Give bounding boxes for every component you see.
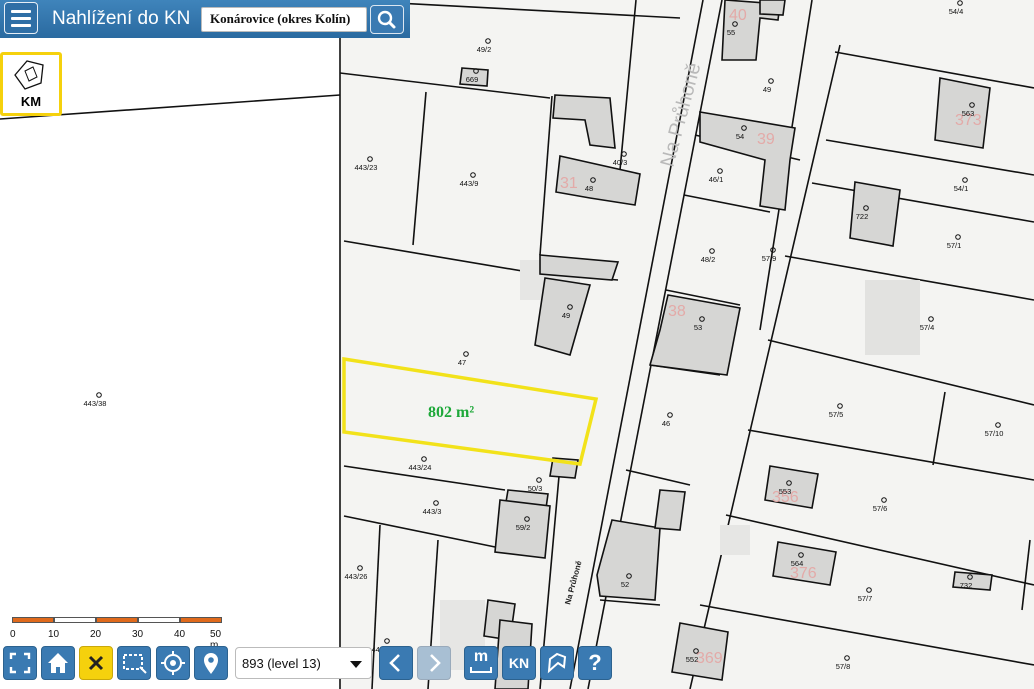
parcel-number: 443/26 xyxy=(345,572,368,581)
parcel-number: 48 xyxy=(585,184,593,193)
parcel-number: 57/5 xyxy=(829,410,844,419)
parcel-number: 53 xyxy=(694,323,702,332)
parcel-number: 46/1 xyxy=(709,175,724,184)
parcel-number: 443/23 xyxy=(355,163,378,172)
house-number-label: 40 xyxy=(729,7,747,24)
map-pin-icon xyxy=(204,653,218,674)
house-number-label: 38 xyxy=(668,303,686,320)
scale-segment xyxy=(180,617,222,623)
km-layer-toggle[interactable]: KM xyxy=(0,52,62,116)
app-title: Nahlížení do KN xyxy=(52,8,191,29)
fullscreen-icon xyxy=(9,652,31,674)
parcel-number: 52 xyxy=(621,580,629,589)
parcel-number: 48/2 xyxy=(701,255,716,264)
parcel-number: 46 xyxy=(662,419,670,428)
search-input[interactable]: Konárovice (okres Kolín) xyxy=(201,7,367,32)
search-icon xyxy=(377,10,396,29)
measure-button[interactable]: m xyxy=(464,646,498,680)
fullscreen-button[interactable] xyxy=(3,646,37,680)
house-number-label: 39 xyxy=(757,131,775,148)
scale-tick: 20 xyxy=(90,629,102,640)
parcel-number: 47 xyxy=(458,358,466,367)
help-button[interactable]: ? xyxy=(578,646,612,680)
parcel-number: 57/10 xyxy=(985,429,1004,438)
scale-segment xyxy=(54,617,96,623)
parcel-number: 49/2 xyxy=(477,45,492,54)
parcel-map-icon xyxy=(14,60,44,90)
rectangle-select-icon xyxy=(123,654,147,674)
selection-area-label: 802 m² xyxy=(428,404,474,421)
parcel-number: 722 xyxy=(856,212,869,221)
scale-tick: 40 xyxy=(174,629,186,640)
zoom-level-select[interactable]: 893 (level 13) xyxy=(235,647,372,679)
place-marker-button[interactable] xyxy=(194,646,228,680)
parcel-number: 669 xyxy=(466,75,479,84)
parcel-number: 553 xyxy=(779,487,792,496)
chevron-left-icon xyxy=(389,654,400,672)
parcel-number: 443/24 xyxy=(409,463,432,472)
home-button[interactable] xyxy=(41,646,75,680)
parcel-number: 57/9 xyxy=(762,254,777,263)
parcel-number: 54/4 xyxy=(949,7,964,16)
scale-tick: 0 xyxy=(10,629,16,640)
scale-tick: 30 xyxy=(132,629,144,640)
kn-info-button[interactable]: KN xyxy=(502,646,536,680)
parcel-number: 59/2 xyxy=(516,523,531,532)
parcel-number: 54 xyxy=(736,132,744,141)
bottom-toolbar: 893 (level 13) m KN ? xyxy=(0,646,1034,689)
scale-tick: 10 xyxy=(48,629,60,640)
parcel-number: 57/6 xyxy=(873,504,888,513)
crosshair-icon xyxy=(161,651,185,675)
zoom-level-value: 893 (level 13) xyxy=(242,656,321,671)
parcel-info-icon xyxy=(547,652,567,674)
parcel-number: 57/4 xyxy=(920,323,935,332)
previous-view-button[interactable] xyxy=(379,646,413,680)
parcel-number: 564 xyxy=(791,559,804,568)
parcel-number: 443/38 xyxy=(84,399,107,408)
scale-bar: 0 10 20 30 40 50 m xyxy=(10,617,222,651)
parcel-number: 57/1 xyxy=(947,241,962,250)
chevron-right-icon xyxy=(430,654,441,672)
close-icon xyxy=(88,655,104,671)
house-number-label: 31 xyxy=(560,175,578,192)
parcel-number: 49 xyxy=(562,311,570,320)
parcel-number: 50/3 xyxy=(528,484,543,493)
km-label: KM xyxy=(20,94,42,109)
chevron-down-icon xyxy=(350,661,362,668)
scale-segment xyxy=(96,617,138,623)
cadastral-map[interactable]: Na Průhoně Na Průhoně 802 m² 40393733138… xyxy=(0,0,1034,689)
parcel-number: 563 xyxy=(962,109,975,118)
locate-button[interactable] xyxy=(156,646,190,680)
parcel-number: 57/7 xyxy=(858,594,873,603)
scale-segment xyxy=(138,617,180,623)
parcel-number: 49 xyxy=(763,85,771,94)
ruler-icon xyxy=(470,667,492,673)
scale-segment xyxy=(12,617,54,623)
parcel-number: 54/1 xyxy=(954,184,969,193)
top-toolbar: Nahlížení do KN Konárovice (okres Kolín) xyxy=(0,0,410,38)
kn-label: KN xyxy=(508,655,530,671)
area-select-button[interactable] xyxy=(117,646,151,680)
home-icon xyxy=(48,653,68,673)
hamburger-menu-icon[interactable] xyxy=(4,2,38,34)
help-label: ? xyxy=(588,650,602,675)
search-button[interactable] xyxy=(370,5,404,34)
parcel-number: 443/3 xyxy=(423,507,442,516)
clear-selection-button[interactable] xyxy=(79,646,113,680)
parcel-number: 443/9 xyxy=(460,179,479,188)
parcel-number: 40/3 xyxy=(613,158,628,167)
next-view-button[interactable] xyxy=(417,646,451,680)
layer-tool-button[interactable] xyxy=(540,646,574,680)
parcel-number: 55 xyxy=(727,28,735,37)
parcel-number: 732 xyxy=(960,581,973,590)
